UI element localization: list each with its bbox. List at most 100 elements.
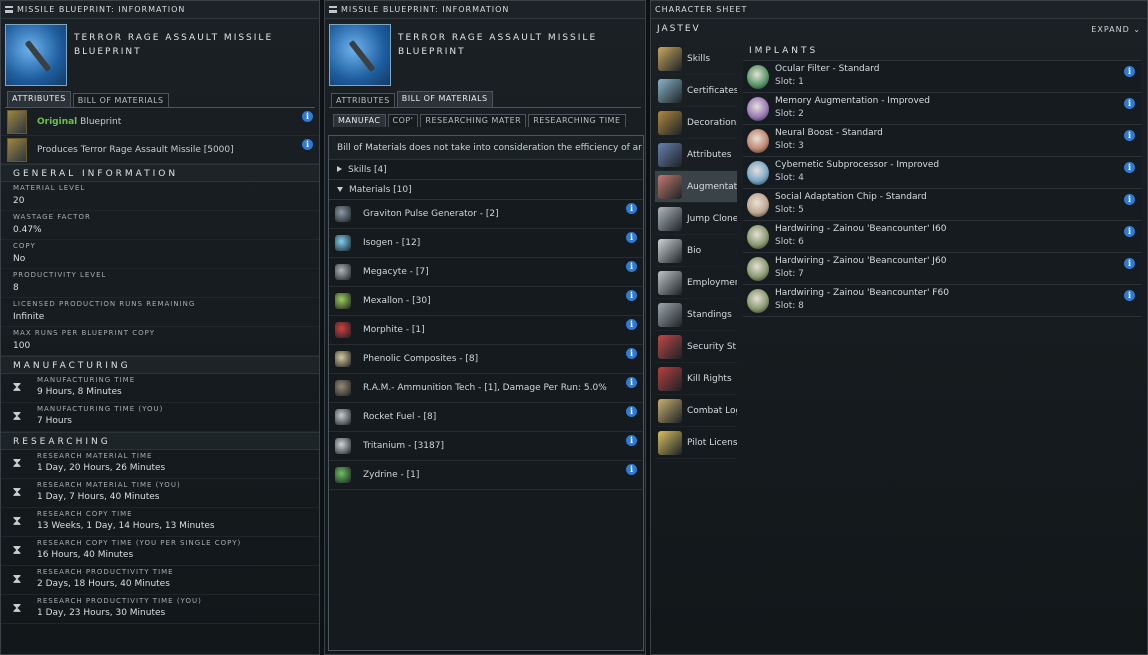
materials-group[interactable]: Materials [10] (329, 180, 643, 200)
info-icon[interactable]: i (1124, 130, 1135, 141)
blueprint-thumbnail[interactable] (329, 24, 391, 86)
nav-item-jump-clone[interactable]: Jump Clone (655, 203, 737, 235)
info-icon[interactable]: i (626, 232, 637, 243)
nav-item-security-status[interactable]: Security St (655, 331, 737, 363)
nav-item-bio[interactable]: Bio (655, 235, 737, 267)
implant-icon (747, 65, 769, 89)
hourglass-icon: ⧗ (12, 456, 22, 471)
skills-group[interactable]: Skills [4] (329, 160, 643, 180)
implant-row[interactable]: Hardwiring - Zainou 'Beancounter' I60 Slo… (743, 221, 1141, 253)
info-icon[interactable]: i (1124, 66, 1135, 77)
hourglass-icon: ⧗ (12, 601, 22, 616)
material-row[interactable]: Morphite - [1] i (329, 316, 643, 345)
implant-row[interactable]: Social Adaptation Chip - Standard Slot: 5… (743, 189, 1141, 221)
tab-attributes[interactable]: ATTRIBUTES (7, 91, 71, 107)
material-name: Tritanium - [3187] (363, 441, 444, 451)
time-row: ⧗ RESEARCH COPY TIME 13 Weeks, 1 Day, 14 H… (1, 508, 319, 537)
nav-item-skills[interactable]: Skills (655, 43, 737, 75)
window-titlebar[interactable]: CHARACTER SHEET (651, 1, 1147, 19)
implant-name: Neural Boost - Standard (775, 128, 883, 138)
info-icon[interactable]: i (626, 406, 637, 417)
info-icon[interactable]: i (626, 348, 637, 359)
window-title: MISSILE BLUEPRINT: INFORMATION (341, 5, 510, 14)
material-row[interactable]: R.A.M.- Ammunition Tech - [1], Damage Pe… (329, 374, 643, 403)
material-row[interactable]: Mexallon - [30] i (329, 287, 643, 316)
material-row[interactable]: Zydrine - [1] i (329, 461, 643, 490)
collapse-arrow-icon (337, 187, 343, 192)
subtab-researching-time[interactable]: RESEARCHING TIME (528, 114, 626, 127)
info-icon[interactable]: i (626, 377, 637, 388)
nav-item-pilot-license[interactable]: Pilot Licens (655, 427, 737, 459)
material-row[interactable]: Graviton Pulse Generator - [2] i (329, 200, 643, 229)
info-icon[interactable]: i (1124, 98, 1135, 109)
nav-item-label: Security St (687, 341, 737, 352)
nav-item-label: Decorations (687, 117, 737, 128)
blueprint-thumbnail[interactable] (5, 24, 67, 86)
info-icon[interactable]: i (1124, 162, 1135, 173)
time-value: 1 Day, 20 Hours, 26 Minutes (37, 463, 166, 473)
nav-item-standings[interactable]: Standings (655, 299, 737, 331)
standings-icon (658, 303, 682, 327)
info-icon[interactable]: i (1124, 290, 1135, 301)
material-row[interactable]: Phenolic Composites - [8] i (329, 345, 643, 374)
hourglass-icon: ⧗ (12, 485, 22, 500)
attribute-row: COPY No (1, 240, 319, 269)
material-row[interactable]: Rocket Fuel - [8] i (329, 403, 643, 432)
character-sheet-nav: Skills Certificates Decorations Attributes A… (655, 43, 737, 459)
attribute-label: LICENSED PRODUCTION RUNS REMAINING (13, 300, 196, 308)
expand-button[interactable]: EXPAND ⌄ (1091, 25, 1141, 34)
material-row[interactable]: Isogen - [12] i (329, 229, 643, 258)
info-icon[interactable]: i (1124, 226, 1135, 237)
info-icon[interactable]: i (626, 435, 637, 446)
tab-bill-of-materials[interactable]: BILL OF MATERIALS (396, 91, 493, 107)
nav-item-decorations[interactable]: Decorations (655, 107, 737, 139)
material-row[interactable]: Megacyte - [7] i (329, 258, 643, 287)
nav-item-attributes[interactable]: Attributes (655, 139, 737, 171)
nav-item-kill-rights[interactable]: Kill Rights (655, 363, 737, 395)
time-value: 2 Days, 18 Hours, 40 Minutes (37, 579, 170, 589)
window-menu-icon[interactable] (5, 6, 13, 13)
bill-of-materials-panel: Bill of Materials does not take into con… (328, 135, 644, 651)
implant-icon (747, 193, 769, 217)
implant-row[interactable]: Cybernetic Subprocessor - Improved Slot: … (743, 157, 1141, 189)
nav-item-label: Kill Rights (687, 373, 732, 384)
window-menu-icon[interactable] (329, 6, 337, 13)
info-icon[interactable]: i (626, 464, 637, 475)
implant-icon (747, 97, 769, 121)
info-icon[interactable]: i (302, 139, 313, 150)
info-icon[interactable]: i (626, 261, 637, 272)
attribute-row: MATERIAL LEVEL 20 (1, 182, 319, 211)
time-label: RESEARCH MATERIAL TIME (37, 452, 153, 460)
info-icon[interactable]: i (1124, 258, 1135, 269)
implant-slot: Slot: 3 (775, 141, 804, 151)
implant-row[interactable]: Hardwiring - Zainou 'Beancounter' F60 Slo… (743, 285, 1141, 317)
implant-row[interactable]: Ocular Filter - Standard Slot: 1 i (743, 61, 1141, 93)
time-row: ⧗ RESEARCH COPY TIME (YOU PER SINGLE COPY… (1, 537, 319, 566)
tab-bill-of-materials[interactable]: BILL OF MATERIALS (72, 93, 169, 107)
time-label: MANUFACTURING TIME (YOU) (37, 405, 164, 413)
info-icon[interactable]: i (302, 111, 313, 122)
window-titlebar[interactable]: MISSILE BLUEPRINT: INFORMATION (325, 1, 645, 19)
nav-item-employment[interactable]: Employment (655, 267, 737, 299)
hourglass-icon: ⧗ (12, 543, 22, 558)
subtab-researching-material[interactable]: RESEARCHING MATER (420, 114, 527, 127)
attribute-label: COPY (13, 242, 36, 250)
implant-row[interactable]: Neural Boost - Standard Slot: 3 i (743, 125, 1141, 157)
nav-item-certificates[interactable]: Certificates (655, 75, 737, 107)
nav-item-combat-log[interactable]: Combat Log (655, 395, 737, 427)
info-icon[interactable]: i (626, 319, 637, 330)
implant-row[interactable]: Hardwiring - Zainou 'Beancounter' J60 Slo… (743, 253, 1141, 285)
material-row[interactable]: Tritanium - [3187] i (329, 432, 643, 461)
subtab-manufacturing[interactable]: MANUFAC (333, 114, 386, 127)
info-icon[interactable]: i (626, 290, 637, 301)
subtab-copying[interactable]: COP' (387, 114, 419, 127)
material-icon (335, 438, 351, 454)
implant-row[interactable]: Memory Augmentation - Improved Slot: 2 i (743, 93, 1141, 125)
nav-item-augmentations[interactable]: Augmentatio (655, 171, 737, 203)
info-icon[interactable]: i (1124, 194, 1135, 205)
tab-attributes[interactable]: ATTRIBUTES (331, 93, 395, 107)
info-icon[interactable]: i (626, 203, 637, 214)
window-titlebar[interactable]: MISSILE BLUEPRINT: INFORMATION (1, 1, 319, 19)
window-title: CHARACTER SHEET (655, 5, 748, 14)
chevron-down-icon: ⌄ (1133, 24, 1141, 34)
